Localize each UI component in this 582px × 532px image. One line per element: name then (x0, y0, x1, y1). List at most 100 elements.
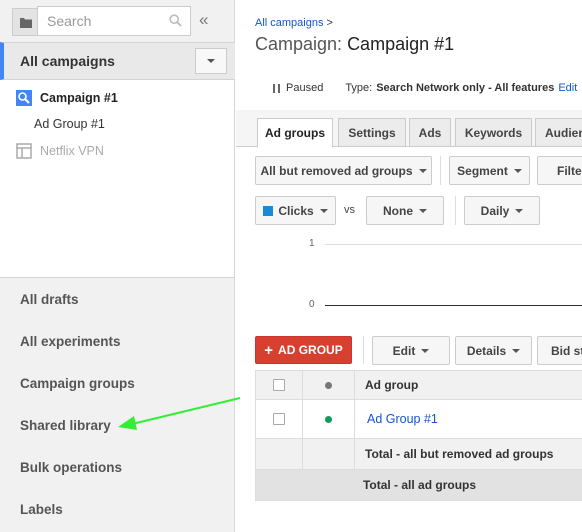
edit-type-link[interactable]: Edit (558, 82, 577, 94)
main-panel: All campaigns > Campaign: Campaign #1 Pa… (236, 0, 582, 532)
sidebar: « All campaigns Campaign #1 Ad Group #1 (0, 0, 235, 532)
folder-icon (19, 17, 32, 28)
page-title: Campaign: Campaign #1 (255, 34, 454, 55)
total-empty-cell (303, 439, 355, 469)
all-campaigns-item[interactable]: All campaigns (0, 42, 235, 80)
enabled-status-icon (325, 415, 332, 423)
metric1-label: Clicks (278, 203, 314, 218)
type-value: Search Network only - All features (376, 82, 555, 94)
chevron-down-icon (419, 208, 427, 213)
x-axis-line (325, 305, 582, 306)
status-text[interactable]: Paused (286, 82, 323, 94)
adgroup-header-cell[interactable]: Ad group (355, 371, 582, 399)
tree-item-adgroup[interactable]: Ad Group #1 (34, 117, 105, 131)
period-dropdown[interactable]: Daily (464, 196, 540, 225)
row-status-cell[interactable] (303, 400, 355, 438)
collapse-sidebar-icon[interactable]: « (199, 10, 208, 30)
chevron-down-icon (421, 348, 430, 353)
status-header-cell[interactable] (303, 371, 355, 399)
breadcrumb: All campaigns > (255, 17, 333, 29)
tab-settings[interactable]: Settings (338, 118, 406, 147)
adgroup-name-cell: Ad Group #1 (355, 400, 582, 438)
toolbar-divider (455, 196, 456, 225)
sidebar-search-row: « (0, 0, 235, 42)
display-campaign-icon (16, 143, 32, 159)
details-button[interactable]: Details (455, 336, 532, 365)
tabs-bar: Ad groups Settings Ads Keywords Audien (236, 110, 582, 148)
bid-strategy-label: Bid st (551, 343, 582, 358)
tab-label: Keywords (464, 125, 523, 140)
metric1-dropdown[interactable]: Clicks (255, 196, 336, 225)
filter-button[interactable]: Filter (537, 156, 582, 185)
sidebar-link-shared-library[interactable]: Shared library (20, 418, 111, 433)
add-ad-group-button[interactable]: + AD GROUP (255, 336, 352, 364)
chevron-down-icon (512, 348, 521, 353)
period-label: Daily (480, 203, 510, 218)
filter-label: Filter (557, 163, 582, 178)
total-empty-cell (256, 439, 303, 469)
details-label: Details (466, 343, 507, 358)
tree-item-adgroup-label: Ad Group #1 (34, 117, 105, 131)
ad-group-filter-label: All but removed ad groups (260, 163, 413, 178)
tab-label: Ad groups (265, 126, 325, 140)
tab-label: Audien (545, 125, 582, 140)
total-all-cell: Total - all ad groups (256, 470, 582, 500)
tab-label: Settings (348, 125, 396, 140)
row-select-cell (256, 400, 303, 438)
metric2-label: None (383, 203, 413, 218)
vs-label: vs (344, 204, 355, 216)
table-header-row: Ad group (255, 370, 582, 400)
select-all-cell (256, 371, 303, 399)
tab-keywords[interactable]: Keywords (455, 118, 532, 147)
plus-icon: + (264, 341, 274, 359)
tab-ads[interactable]: Ads (409, 118, 451, 147)
total-all-label: Total - all ad groups (362, 478, 477, 492)
sidebar-link-campaign-groups[interactable]: Campaign groups (20, 376, 135, 391)
chevron-down-icon (418, 168, 427, 173)
tab-audiences[interactable]: Audien (535, 118, 582, 147)
sidebar-link-bulk-operations[interactable]: Bulk operations (20, 460, 122, 475)
campaign-status-row: Paused Type: Search Network only - All f… (255, 82, 577, 94)
search-input[interactable] (38, 7, 158, 35)
y-tick-label: 0 (309, 299, 315, 310)
y-tick-label: 1 (309, 238, 315, 249)
breadcrumb-separator: > (326, 17, 333, 29)
chevron-down-icon (513, 168, 522, 173)
total-row-all: Total - all ad groups (255, 470, 582, 501)
sidebar-link-all-drafts[interactable]: All drafts (20, 292, 79, 307)
segment-label: Segment (457, 163, 508, 178)
table-row: Ad Group #1 (255, 400, 582, 439)
select-all-checkbox[interactable] (273, 379, 285, 391)
chevron-down-icon (319, 208, 328, 213)
chevron-down-icon (207, 59, 215, 63)
bid-strategy-button[interactable]: Bid st (537, 336, 582, 365)
metric2-dropdown[interactable]: None (366, 196, 444, 225)
folder-button[interactable] (12, 8, 38, 36)
total-removed-label: Total - all but removed ad groups (365, 447, 554, 461)
tab-ad-groups[interactable]: Ad groups (257, 118, 333, 148)
tree-item-campaign[interactable]: Campaign #1 (16, 90, 118, 106)
search-campaign-icon (16, 90, 32, 106)
sidebar-link-all-experiments[interactable]: All experiments (20, 334, 121, 349)
edit-button[interactable]: Edit (372, 336, 450, 365)
all-campaigns-dropdown-button[interactable] (195, 48, 227, 74)
adgroup-column-header: Ad group (365, 378, 419, 392)
ad-group-filter-dropdown[interactable]: All but removed ad groups (255, 156, 432, 185)
adgroup-name-link[interactable]: Ad Group #1 (367, 412, 438, 426)
tree-item-campaign-label: Campaign #1 (40, 91, 118, 105)
pause-icon (273, 83, 280, 93)
tree-item-netflix-vpn[interactable]: Netflix VPN (16, 143, 104, 159)
type-label: Type: (345, 82, 373, 94)
gridline (325, 244, 582, 245)
add-ad-group-label: AD GROUP (278, 343, 343, 357)
segment-button[interactable]: Segment (449, 156, 530, 185)
status-dot-icon (325, 381, 332, 389)
sidebar-link-labels[interactable]: Labels (20, 502, 63, 517)
search-icon[interactable] (169, 14, 182, 27)
tab-label: Ads (418, 125, 442, 140)
campaign-tree: Campaign #1 Ad Group #1 Netflix VPN (0, 80, 235, 278)
search-box[interactable] (37, 6, 191, 36)
row-checkbox[interactable] (273, 413, 285, 425)
total-row-removed: Total - all but removed ad groups (255, 439, 582, 470)
breadcrumb-link-all-campaigns[interactable]: All campaigns (255, 17, 323, 29)
